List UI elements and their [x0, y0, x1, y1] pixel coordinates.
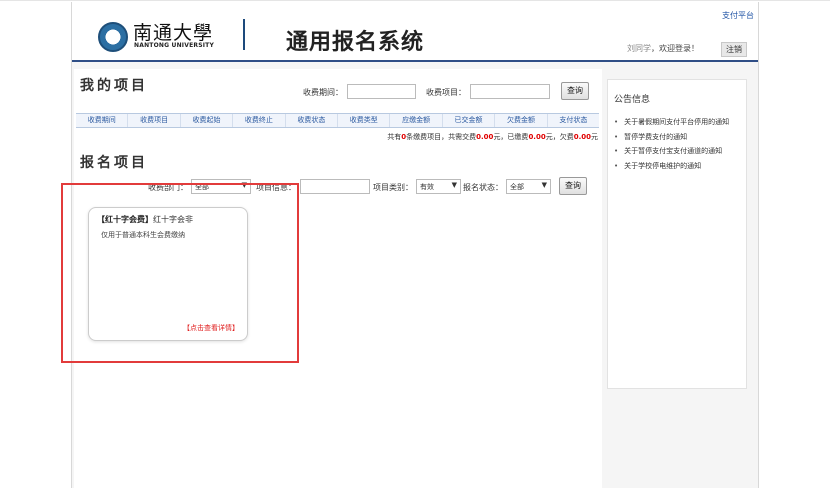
notice-title: 公告信息 [614, 95, 651, 105]
category-select[interactable]: 有效 ▼ [416, 179, 461, 194]
payment-summary: 共有0条缴费项目，共需交费0.00元，已缴费0.00元，欠费0.00元 [387, 132, 598, 142]
logout-button[interactable]: 注销 [721, 42, 747, 57]
period-input[interactable] [347, 84, 416, 99]
notice-list: 关于暑假期间支付平台停用的通知 暂停学费支付的通知 关于暂停支付宝支付通道的通知… [614, 117, 729, 175]
column-header[interactable]: 支付状态 [548, 114, 599, 127]
notice-item[interactable]: 关于暑假期间支付平台停用的通知 [614, 117, 729, 132]
university-seal-icon [98, 22, 128, 52]
summary-owed: 0.00 [573, 133, 591, 141]
welcome-text: ，欢迎登录！ [651, 44, 699, 53]
column-header[interactable]: 收费状态 [286, 114, 339, 127]
notice-item[interactable]: 暂停学费支付的通知 [614, 132, 729, 147]
chevron-down-icon: ▼ [541, 181, 547, 189]
info-input[interactable] [300, 179, 370, 194]
item-label: 收费项目： [426, 88, 466, 97]
registration-title: 报名项目 [80, 155, 148, 171]
column-header[interactable]: 应缴金额 [390, 114, 443, 127]
summary-text: 元，已缴费 [493, 133, 529, 141]
column-header[interactable]: 欠费金额 [495, 114, 548, 127]
category-label: 项目类别： [373, 183, 413, 192]
column-header[interactable]: 已交金额 [443, 114, 496, 127]
category-value: 有效 [420, 183, 434, 191]
status-value: 全部 [510, 183, 524, 191]
column-header[interactable]: 收费类型 [338, 114, 391, 127]
summary-total: 0.00 [476, 133, 494, 141]
pay-platform-link[interactable]: 支付平台 [722, 10, 754, 21]
my-projects-title: 我的项目 [80, 78, 148, 94]
summary-paid: 0.00 [528, 133, 546, 141]
projects-table-header: 收费期间 收费项目 收费起始 收费终止 收费状态 收费类型 应缴金额 已交金额 … [76, 113, 599, 128]
summary-prefix: 共有 [387, 133, 402, 141]
highlight-box [61, 183, 299, 363]
registration-query-button[interactable]: 查询 [559, 177, 587, 195]
logo-chinese-name: 南通大學 [133, 22, 214, 44]
chevron-down-icon: ▼ [451, 181, 457, 189]
column-header[interactable]: 收费起始 [181, 114, 234, 127]
notice-item[interactable]: 关于学校停电维护的通知 [614, 161, 729, 176]
summary-text: 元，欠费 [545, 133, 574, 141]
notice-item[interactable]: 关于暂停支付宝支付通道的通知 [614, 146, 729, 161]
period-label: 收费期间： [303, 88, 343, 97]
status-label: 报名状态： [463, 183, 503, 192]
my-projects-query-button[interactable]: 查询 [561, 82, 589, 100]
column-header[interactable]: 收费项目 [128, 114, 181, 127]
item-input[interactable] [470, 84, 550, 99]
header: 南通大學 NANTONG UNIVERSITY 通用报名系统 支付平台 刘同学，… [72, 2, 758, 62]
summary-text: 条缴费项目，共需交费 [406, 133, 477, 141]
column-header[interactable]: 收费期间 [76, 114, 129, 127]
user-name: 刘同学 [627, 44, 651, 53]
system-title: 通用报名系统 [286, 30, 425, 55]
top-divider [0, 0, 830, 1]
notice-panel: 公告信息 关于暑假期间支付平台停用的通知 暂停学费支付的通知 关于暂停支付宝支付… [607, 79, 747, 389]
summary-suffix: 元 [591, 133, 598, 141]
logo-separator [243, 19, 245, 50]
column-header[interactable]: 收费终止 [233, 114, 286, 127]
welcome-message: 刘同学，欢迎登录！ [627, 43, 699, 54]
logo-english-name: NANTONG UNIVERSITY [134, 42, 214, 49]
status-select[interactable]: 全部 ▼ [506, 179, 551, 194]
